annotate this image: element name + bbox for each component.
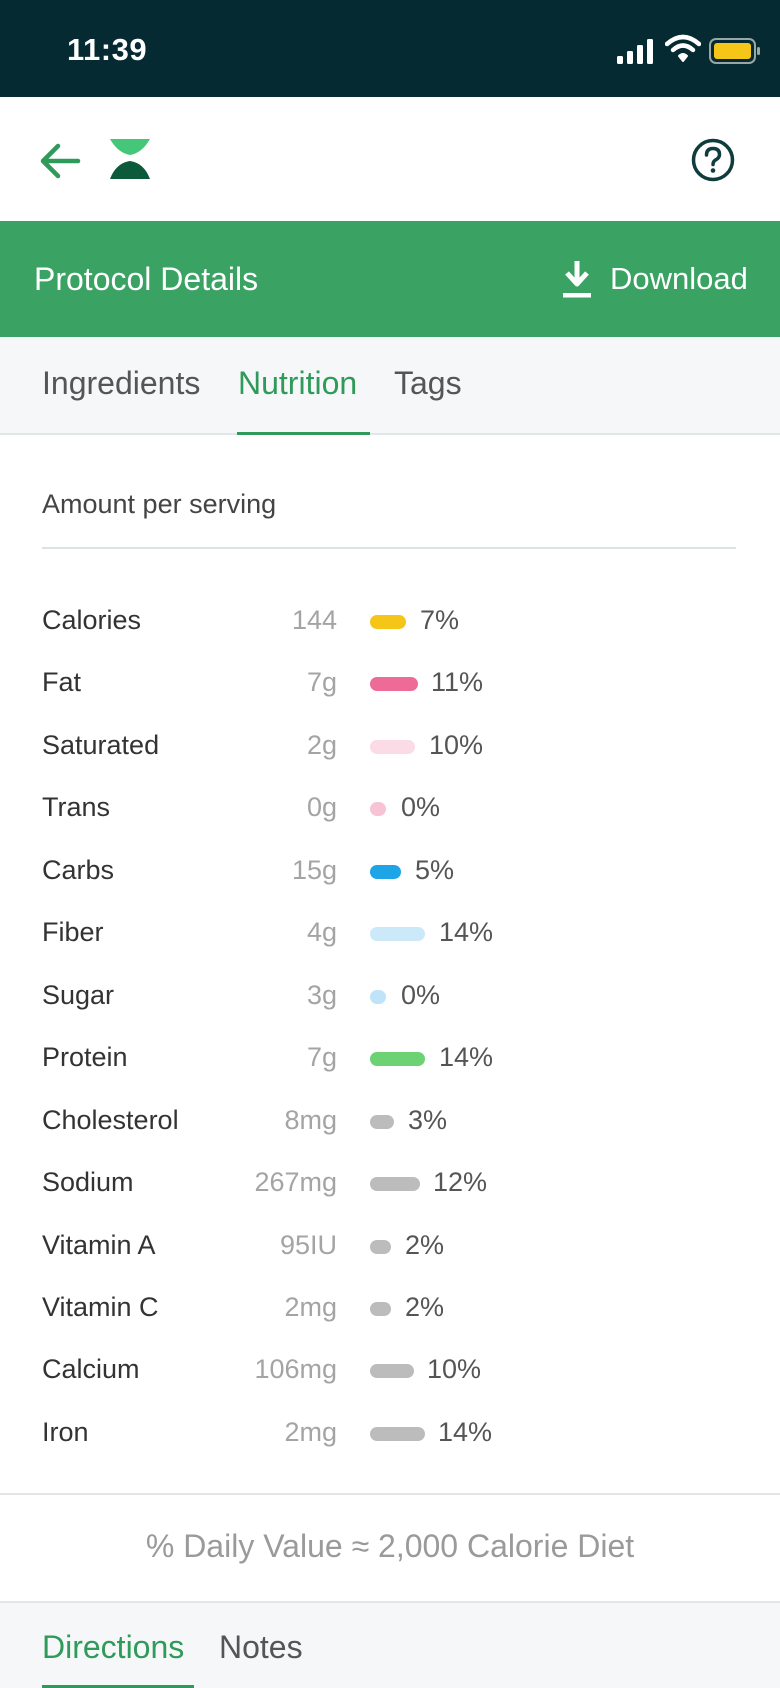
nutrient-row-vitamin-a: Vitamin A 95IU 2% [0,1226,780,1266]
nutrient-name: Calcium [42,1354,140,1384]
nutrient-percent: 10% [429,730,484,760]
arrow-left-icon[interactable] [38,141,84,181]
percent-bar [370,1240,391,1254]
percent-bar [370,990,386,1004]
nutrient-name: Calories [42,605,142,635]
percent-bar [370,615,406,629]
status-bar: 11:39 [0,0,780,97]
nutrient-amount: 3g [306,980,337,1010]
detail-tabs: Ingredients Nutrition Tags [0,337,780,435]
nutrient-amount: 8mg [284,1105,337,1135]
nutrient-row-trans: Trans 0g 0% [0,788,780,828]
nutrient-percent: 14% [439,917,494,947]
nutrient-name: Cholesterol [42,1105,179,1135]
status-time: 11:39 [67,32,148,67]
nutrient-amount: 0g [306,792,337,822]
nutrient-percent: 0% [401,792,441,822]
nutrient-name: Vitamin C [42,1292,159,1322]
percent-bar [370,865,401,879]
top-nav [0,97,780,221]
nutrient-name: Saturated [42,730,160,760]
battery-icon [709,38,760,64]
nutrient-row-vitamin-c: Vitamin C 2mg 2% [0,1288,780,1328]
nutrient-percent: 0% [401,980,441,1010]
nutrient-name: Carbs [42,855,115,885]
nutrient-amount: 7g [306,1042,337,1072]
nutrient-name: Vitamin A [42,1230,156,1260]
nutrient-row-iron: Iron 2mg 14% [0,1413,780,1453]
nutrient-row-fiber: Fiber 4g 14% [0,913,780,953]
tab-ingredients[interactable]: Ingredients [42,365,200,402]
percent-bar [370,1115,394,1129]
tab-nutrition[interactable]: Nutrition [238,365,357,402]
download-label: Download [610,261,748,296]
nutrient-name: Trans [42,792,111,822]
nutrient-amount: 7g [306,667,337,697]
download-button[interactable]: Download [560,259,748,299]
daily-value-note: % Daily Value ≈ 2,000 Calorie Diet [0,1493,780,1603]
tab-directions[interactable]: Directions [42,1629,184,1666]
percent-bar [370,1427,425,1441]
nutrient-amount: 2g [306,730,337,760]
nutrient-name: Sugar [42,980,115,1010]
percent-bar [370,802,386,816]
nutrient-name: Sodium [42,1167,134,1197]
nutrient-percent: 14% [439,1042,494,1072]
percent-bar [370,677,418,691]
nutrient-amount: 267mg [254,1167,337,1197]
nutrient-row-sodium: Sodium 267mg 12% [0,1163,780,1203]
percent-bar [370,1177,420,1191]
nutrient-row-cholesterol: Cholesterol 8mg 3% [0,1101,780,1141]
tab-tags[interactable]: Tags [394,365,462,402]
percent-bar [370,1052,425,1066]
nutrient-amount: 2mg [284,1417,337,1447]
nutrient-name: Protein [42,1042,128,1072]
divider [42,547,736,549]
nutrient-row-saturated: Saturated 2g 10% [0,726,780,766]
nutrient-row-protein: Protein 7g 14% [0,1038,780,1078]
percent-bar [370,740,415,754]
question-circle-icon[interactable] [690,137,736,183]
nutrient-percent: 3% [408,1105,448,1135]
tab-notes[interactable]: Notes [219,1629,303,1666]
nutrient-percent: 12% [433,1167,488,1197]
nutrient-row-calcium: Calcium 106mg 10% [0,1350,780,1390]
bottom-tabs: Directions Notes [0,1603,780,1688]
nutrient-row-carbs: Carbs 15g 5% [0,851,780,891]
page-title: Protocol Details [34,261,259,297]
signal-icon [617,39,653,64]
nutrient-row-sugar: Sugar 3g 0% [0,976,780,1016]
nutrient-percent: 7% [420,605,460,635]
percent-bar [370,1364,414,1378]
percent-bar [370,1302,391,1316]
nutrient-amount: 2mg [284,1292,337,1322]
nutrition-panel: Amount per serving Calories 144 7% Fat 7… [0,435,780,1493]
nutrient-percent: 11% [431,667,484,697]
nutrient-percent: 2% [405,1292,445,1322]
nutrient-name: Iron [42,1417,89,1447]
nutrient-amount: 106mg [254,1354,337,1384]
protocol-banner: Protocol Details Download [0,221,780,337]
nutrient-row-calories: Calories 144 7% [0,601,780,641]
nutrient-amount: 95IU [279,1230,337,1260]
nutrient-percent: 2% [405,1230,445,1260]
nutrient-amount: 15g [291,855,337,885]
nutrient-amount: 144 [291,605,337,635]
nutrient-percent: 10% [427,1354,482,1384]
download-icon [563,261,591,298]
nutrient-amount: 4g [306,917,337,947]
nutrient-row-fat: Fat 7g 11% [0,663,780,703]
nutrient-percent: 14% [438,1417,493,1447]
wifi-icon [665,34,701,62]
nutrient-name: Fiber [42,917,104,947]
percent-bar [370,927,425,941]
app-logo-icon [110,139,150,179]
nutrient-name: Fat [42,667,82,697]
amount-per-serving-label: Amount per serving [42,489,277,519]
daily-value-text: % Daily Value ≈ 2,000 Calorie Diet [145,1528,635,1564]
nutrient-percent: 5% [415,855,455,885]
